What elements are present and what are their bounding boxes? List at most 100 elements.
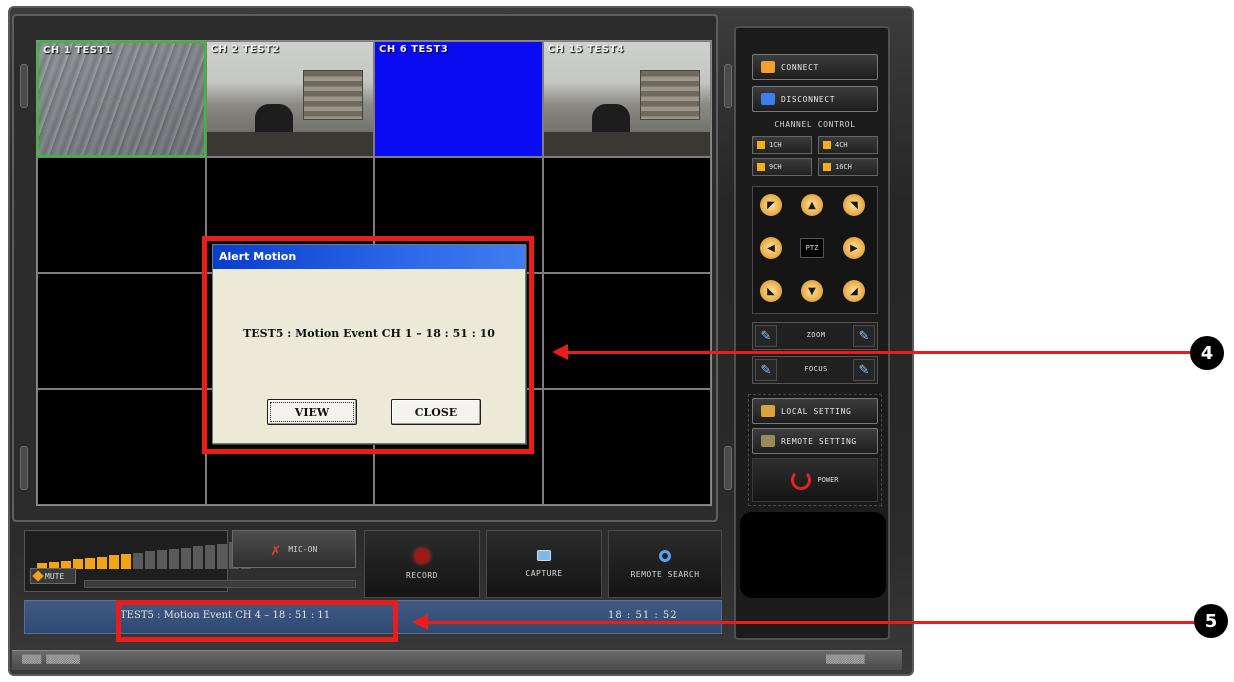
logo-area	[740, 512, 886, 598]
record-icon	[415, 548, 429, 563]
wrench-icon	[761, 435, 775, 447]
ptz-up-arrow-icon[interactable]: ▲	[801, 194, 823, 216]
mic-slider[interactable]	[84, 580, 356, 588]
left-grip-top	[20, 64, 28, 108]
volume-bar	[217, 543, 227, 570]
focus-near-icon[interactable]: ✎	[755, 359, 777, 381]
power-icon	[791, 470, 812, 490]
ptz-left-arrow-icon[interactable]: ◀	[760, 237, 782, 259]
quad-view-icon	[823, 141, 831, 149]
zoom-out-icon[interactable]: ✎	[755, 325, 777, 347]
layout-9ch-button[interactable]: 9CH	[752, 158, 812, 176]
ptz-down-arrow-icon[interactable]: ▼	[801, 280, 823, 302]
layout-1ch-label: 1CH	[769, 141, 782, 149]
layout-4ch-button[interactable]: 4CH	[818, 136, 878, 154]
volume-bar	[157, 550, 167, 570]
video-cell[interactable]	[542, 273, 711, 389]
alert-callout-line	[566, 351, 1190, 354]
status-arrow-icon	[412, 614, 428, 630]
right-grip-top	[724, 64, 732, 108]
video-cell[interactable]: CH 1 TEST1	[37, 41, 206, 157]
layout-16ch-button[interactable]: 16CH	[818, 158, 878, 176]
local-setting-label: LOCAL SETTING	[781, 406, 852, 416]
volume-bar	[97, 556, 107, 570]
remote-setting-button[interactable]: REMOTE SETTING	[752, 428, 878, 454]
channel-label: CH 15 TEST4	[547, 44, 625, 55]
video-cell[interactable]	[37, 273, 206, 389]
mic-label: MIC-ON	[288, 544, 318, 554]
volume-meter[interactable]	[37, 541, 251, 570]
focus-control: ✎ FOCUS ✎	[752, 356, 878, 384]
ptz-up-right-arrow-icon[interactable]: ◥	[843, 194, 865, 216]
nine-view-icon	[757, 163, 765, 171]
ptz-down-right-arrow-icon[interactable]: ◢	[843, 280, 865, 302]
connect-button[interactable]: CONNECT	[752, 54, 878, 80]
status-clock: 18 : 51 : 52	[608, 610, 678, 621]
video-cell[interactable]: CH 15 TEST4	[542, 41, 711, 157]
channel-label: CH 2 TEST2	[210, 44, 280, 55]
record-label: RECORD	[406, 570, 438, 580]
capture-label: CAPTURE	[525, 569, 563, 578]
mute-icon	[32, 570, 44, 582]
disconnect-icon	[761, 93, 775, 105]
camera-icon	[537, 550, 551, 561]
focus-label: FOCUS	[804, 365, 828, 373]
mic-on-button[interactable]: ✗ MIC-ON	[232, 530, 356, 568]
video-cell[interactable]	[37, 389, 206, 505]
layout-1ch-button[interactable]: 1CH	[752, 136, 812, 154]
record-button[interactable]: RECORD	[364, 530, 480, 598]
volume-bar	[109, 555, 119, 570]
video-cell[interactable]	[542, 389, 711, 505]
local-setting-button[interactable]: LOCAL SETTING	[752, 398, 878, 424]
alert-highlight-box	[202, 236, 534, 454]
right-grip-bottom	[724, 446, 732, 490]
ptz-center-label: PTZ	[800, 238, 824, 258]
single-view-icon	[757, 141, 765, 149]
mic-icon: ✗	[270, 539, 281, 559]
sixteen-view-icon	[823, 163, 831, 171]
power-label: POWER	[817, 476, 839, 484]
video-cell[interactable]: CH 2 TEST2	[205, 41, 374, 157]
volume-bar	[133, 552, 143, 570]
channel-control-heading: CHANNEL CONTROL	[774, 120, 856, 129]
connect-label: CONNECT	[781, 62, 819, 72]
mute-label: MUTE	[45, 571, 65, 581]
mute-button[interactable]: MUTE	[30, 568, 76, 584]
search-icon	[659, 549, 671, 562]
focus-far-icon[interactable]: ✎	[853, 359, 875, 381]
camera-scene-shelf	[640, 70, 700, 120]
ptz-right-arrow-icon[interactable]: ▶	[843, 237, 865, 259]
footer-right-text: ▒▒▒▒▒▒▒▒	[826, 655, 865, 664]
camera-scene-desk	[543, 132, 710, 156]
tools-icon	[761, 405, 775, 417]
disconnect-button[interactable]: DISCONNECT	[752, 86, 878, 112]
ptz-down-left-arrow-icon[interactable]: ◣	[760, 280, 782, 302]
video-cell[interactable]: CH 6 TEST3	[374, 41, 543, 157]
remote-search-label: REMOTE SEARCH	[630, 569, 700, 579]
remote-search-button[interactable]: REMOTE SEARCH	[608, 530, 722, 598]
footer-left-text: ▒▒▒▒ ▒▒▒▒▒▒▒	[22, 655, 80, 664]
camera-scene-shelf	[303, 70, 363, 120]
status-highlight-box	[116, 600, 398, 642]
video-cell[interactable]	[542, 157, 711, 273]
volume-bar	[205, 544, 215, 570]
callout-number-5: 5	[1194, 604, 1228, 638]
left-grip-bottom	[20, 446, 28, 490]
layout-16ch-label: 16CH	[835, 163, 852, 171]
callout-number-4: 4	[1190, 336, 1224, 370]
layout-4ch-label: 4CH	[835, 141, 848, 149]
volume-bar	[193, 546, 203, 570]
layout-9ch-label: 9CH	[769, 163, 782, 171]
volume-bar	[85, 557, 95, 570]
remote-setting-label: REMOTE SETTING	[781, 436, 857, 446]
power-button[interactable]: POWER	[752, 458, 878, 502]
channel-label: CH 6 TEST3	[379, 44, 449, 55]
status-callout-line	[426, 621, 1200, 624]
zoom-in-icon[interactable]: ✎	[853, 325, 875, 347]
ptz-up-left-arrow-icon[interactable]: ◤	[760, 194, 782, 216]
disconnect-label: DISCONNECT	[781, 94, 836, 104]
volume-bar	[181, 547, 191, 570]
zoom-control: ✎ ZOOM ✎	[752, 322, 878, 350]
capture-button[interactable]: CAPTURE	[486, 530, 602, 598]
video-cell[interactable]	[37, 157, 206, 273]
